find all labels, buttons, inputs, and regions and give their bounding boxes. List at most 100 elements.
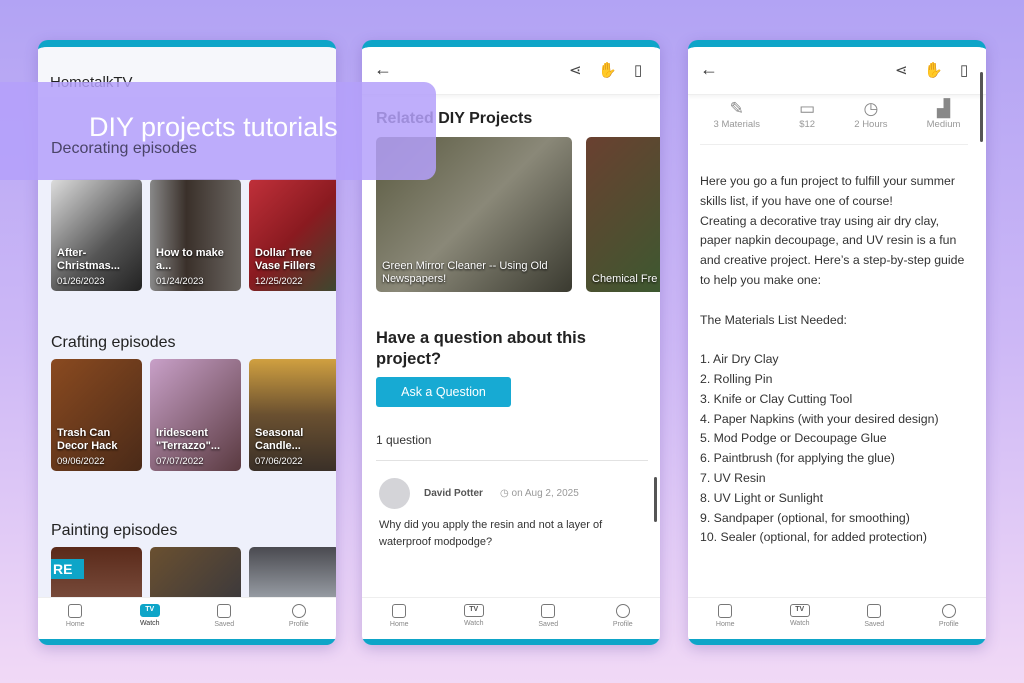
back-arrow-icon[interactable]: ←: [374, 59, 392, 80]
wallet-icon: ▭: [799, 99, 816, 118]
nav-watch[interactable]: TV Watch: [113, 598, 188, 639]
top-bar: ← ⋖ ✋ ▯: [688, 47, 986, 95]
materials-heading: The Materials List Needed:: [700, 312, 847, 327]
episode-card[interactable]: After-Christmas... 01/26/2023: [51, 179, 142, 291]
nav-home[interactable]: Home: [688, 598, 763, 639]
project-stats: ✎ 3 Materials ▭ $12 ◷ 2 Hours ▟ Medium: [688, 99, 986, 130]
intro-paragraph: Creating a decorative tray using air dry…: [700, 213, 965, 287]
material-item: 1. Air Dry Clay: [700, 352, 779, 367]
material-item: 3. Knife or Clay Cutting Tool: [700, 391, 853, 406]
tools-icon: ✎: [729, 99, 744, 118]
profile-icon: [291, 604, 306, 618]
nav-label: Saved: [214, 621, 235, 628]
related-title: Related DIY Projects: [376, 110, 533, 127]
bookmark-icon[interactable]: ▯: [634, 61, 642, 79]
section-title: Crafting episodes: [51, 334, 176, 351]
project-detail-screen: ← ⋖ ✋ ▯ ✎ 3 Materials ▭ $12 ◷ 2 Hours ▟ Medi…: [688, 40, 986, 645]
bottom-nav: Home TV Watch Saved Profile: [688, 597, 986, 639]
home-icon: [68, 604, 83, 618]
timer-icon: ◷: [863, 99, 879, 118]
nav-label: Home: [389, 621, 409, 628]
project-card[interactable]: Chemical Fre: [586, 137, 660, 292]
nav-label: Watch: [463, 620, 484, 627]
nav-label: Home: [65, 621, 85, 628]
episode-card[interactable]: Dollar Tree Vase Fillers 12/25/2022: [249, 179, 336, 291]
nav-profile[interactable]: Profile: [586, 598, 661, 639]
material-item: 9. Sandpaper (optional, for smoothing): [700, 510, 910, 525]
ask-question-button[interactable]: Ask a Question: [376, 377, 511, 407]
nav-profile[interactable]: Profile: [262, 598, 337, 639]
nav-saved[interactable]: Saved: [511, 598, 586, 639]
comment-date: ◷ on Aug 2, 2025: [500, 488, 579, 499]
bookmark-icon: [867, 604, 882, 618]
nav-watch[interactable]: TV Watch: [763, 598, 838, 639]
divider: [700, 144, 968, 145]
scrollbar[interactable]: [980, 72, 983, 142]
question-heading: Have a question about this project?: [376, 329, 586, 368]
episode-date: 09/06/2022: [57, 456, 105, 467]
section-title: Decorating episodes: [51, 140, 197, 157]
intro-paragraph: Here you go a fun project to fulfill you…: [700, 174, 955, 208]
stat-label: 2 Hours: [854, 119, 888, 130]
scrollbar[interactable]: [654, 477, 657, 522]
tv-icon: TV: [139, 604, 160, 617]
profile-icon: [941, 604, 956, 618]
nav-saved[interactable]: Saved: [837, 598, 912, 639]
episode-card[interactable]: How to make a... 01/24/2023: [150, 179, 241, 291]
episode-badge: RE: [51, 559, 85, 579]
episode-date: 01/24/2023: [156, 276, 204, 287]
nav-home[interactable]: Home: [362, 598, 437, 639]
nav-label: Profile: [288, 621, 309, 628]
material-item: 2. Rolling Pin: [700, 371, 773, 386]
clap-icon[interactable]: ✋: [598, 61, 617, 79]
clap-icon[interactable]: ✋: [924, 61, 943, 79]
back-arrow-icon[interactable]: ←: [700, 59, 718, 80]
project-title: Green Mirror Cleaner -- Using Old Newspa…: [382, 260, 548, 285]
nav-profile[interactable]: Profile: [912, 598, 987, 639]
stat-cost: ▭ $12: [799, 99, 815, 130]
stat-materials: ✎ 3 Materials: [714, 99, 760, 130]
episode-date: 01/26/2023: [57, 276, 105, 287]
bookmark-icon[interactable]: ▯: [960, 61, 968, 79]
episode-card[interactable]: Seasonal Candle... 07/06/2022: [249, 359, 336, 471]
nav-label: Profile: [938, 621, 959, 628]
difficulty-icon: ▟: [936, 99, 951, 118]
section-title: Painting episodes: [51, 522, 178, 539]
nav-watch[interactable]: TV Watch: [437, 598, 512, 639]
nav-label: Saved: [538, 621, 559, 628]
episode-date: 07/06/2022: [255, 456, 303, 467]
nav-label: Watch: [139, 620, 160, 627]
home-icon: [718, 604, 733, 618]
nav-saved[interactable]: Saved: [187, 598, 262, 639]
stat-label: Medium: [926, 119, 961, 130]
stat-label: $12: [799, 119, 816, 130]
home-icon: [392, 604, 407, 618]
bookmark-icon: [217, 604, 232, 618]
episode-card[interactable]: Trash Can Decor Hack 09/06/2022: [51, 359, 142, 471]
materials-list: 1. Air Dry Clay 2. Rolling Pin 3. Knife or…: [700, 350, 972, 548]
episode-title: Iridescent "Terrazzo"...: [156, 427, 221, 452]
material-item: 6. Paintbrush (for applying the glue): [700, 451, 895, 466]
material-item: 10. Sealer (optional, for added protecti…: [700, 530, 927, 545]
watch-screen: HometalkTV Decorating episodes After-Chr…: [38, 40, 336, 645]
nav-label: Profile: [612, 621, 633, 628]
episode-title: Dollar Tree Vase Fillers: [255, 247, 316, 272]
nav-label: Home: [715, 621, 735, 628]
project-title: Chemical Fre: [592, 273, 658, 285]
comment-author: David Potter: [424, 488, 483, 499]
episode-card[interactable]: Iridescent "Terrazzo"... 07/07/2022: [150, 359, 241, 471]
share-icon[interactable]: ⋖: [569, 61, 582, 79]
project-description: Here you go a fun project to fulfill you…: [700, 172, 972, 548]
project-card[interactable]: Green Mirror Cleaner -- Using Old Newspa…: [376, 137, 572, 292]
material-item: 5. Mod Podge or Decoupage Glue: [700, 431, 887, 446]
app-header: HometalkTV: [38, 47, 336, 97]
nav-home[interactable]: Home: [38, 598, 113, 639]
comment-text: Why did you apply the resin and not a la…: [379, 519, 603, 548]
episode-title: Seasonal Candle...: [255, 427, 304, 452]
stat-difficulty: ▟ Medium: [927, 99, 961, 130]
bookmark-icon: [541, 604, 556, 618]
top-bar: ← ⋖ ✋ ▯: [362, 47, 660, 95]
episode-date: 12/25/2022: [255, 276, 303, 287]
divider: [376, 460, 648, 461]
share-icon[interactable]: ⋖: [895, 61, 908, 79]
